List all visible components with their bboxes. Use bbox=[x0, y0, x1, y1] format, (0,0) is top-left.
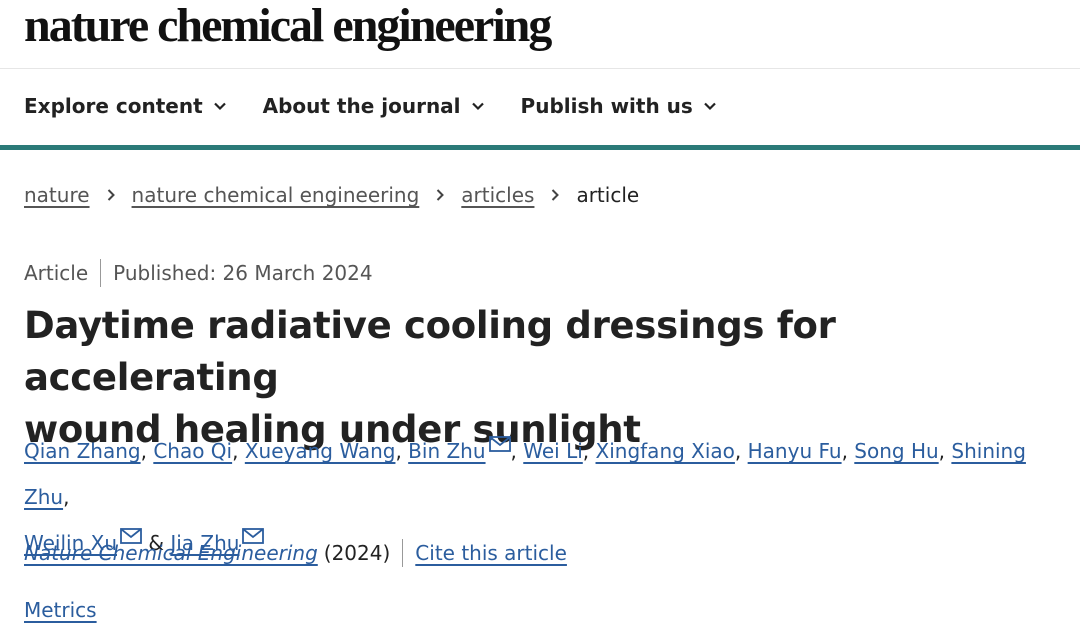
author-separator: , bbox=[734, 439, 742, 463]
nav-item-label: About the journal bbox=[262, 94, 461, 118]
metrics-section: Metrics bbox=[24, 596, 97, 624]
nav-publish-with-us[interactable]: Publish with us bbox=[521, 93, 717, 119]
author-link[interactable]: Wei Li bbox=[523, 439, 583, 463]
article-meta: Article Published: 26 March 2024 bbox=[24, 259, 373, 287]
author-link[interactable]: Song Hu bbox=[854, 439, 938, 463]
chevron-right-icon bbox=[107, 189, 115, 201]
author-separator: , bbox=[232, 439, 239, 463]
article-type: Article bbox=[24, 261, 89, 285]
author-link[interactable]: Hanyu Fu bbox=[748, 439, 842, 463]
cite-this-article-link[interactable]: Cite this article bbox=[415, 539, 567, 567]
metrics-link[interactable]: Metrics bbox=[24, 598, 97, 622]
chevron-right-icon bbox=[437, 189, 445, 201]
journal-link[interactable]: Nature Chemical Engineering bbox=[24, 539, 318, 567]
chevron-down-icon bbox=[213, 102, 226, 111]
chevron-right-icon bbox=[552, 189, 560, 201]
chevron-down-icon bbox=[471, 102, 484, 111]
nav-item-label: Publish with us bbox=[520, 94, 693, 118]
mail-icon[interactable] bbox=[488, 436, 511, 452]
breadcrumb: nature nature chemical engineering artic… bbox=[24, 181, 639, 209]
author-link[interactable]: Qian Zhang bbox=[24, 439, 141, 463]
author-separator: , bbox=[395, 439, 402, 463]
author-separator: , bbox=[510, 439, 517, 463]
breadcrumb-link-articles[interactable]: articles bbox=[461, 181, 534, 209]
breadcrumb-link-nature[interactable]: nature bbox=[24, 181, 90, 209]
author-separator: , bbox=[841, 439, 848, 463]
author-link[interactable]: Xueyang Wang bbox=[245, 439, 396, 463]
breadcrumb-current: article bbox=[576, 183, 640, 207]
site-header: nature chemical engineering bbox=[0, 0, 1080, 69]
author-separator: , bbox=[140, 439, 147, 463]
citation-year: (2024) bbox=[323, 541, 391, 565]
author-link[interactable]: Bin Zhu bbox=[408, 439, 485, 463]
article-title-line-1: Daytime radiative cooling dressings for … bbox=[24, 304, 836, 399]
chevron-down-icon bbox=[704, 102, 716, 111]
journal-logo[interactable]: nature chemical engineering bbox=[24, 0, 552, 52]
author-link[interactable]: Chao Qi bbox=[153, 439, 232, 463]
main-nav: Explore content About the journal Publis… bbox=[0, 69, 1080, 150]
author-separator: , bbox=[582, 439, 590, 463]
published-date: Published: 26 March 2024 bbox=[113, 261, 373, 285]
breadcrumb-link-journal[interactable]: nature chemical engineering bbox=[132, 181, 420, 209]
citation-line: Nature Chemical Engineering (2024) Cite … bbox=[24, 539, 567, 567]
author-separator: , bbox=[938, 439, 946, 463]
divider bbox=[100, 259, 102, 287]
divider bbox=[402, 539, 404, 567]
nav-explore-content[interactable]: Explore content bbox=[24, 93, 227, 119]
author-separator: , bbox=[63, 485, 70, 509]
nav-about-journal[interactable]: About the journal bbox=[263, 93, 485, 119]
author-link[interactable]: Xingfang Xiao bbox=[596, 439, 735, 463]
nav-item-label: Explore content bbox=[24, 94, 203, 118]
